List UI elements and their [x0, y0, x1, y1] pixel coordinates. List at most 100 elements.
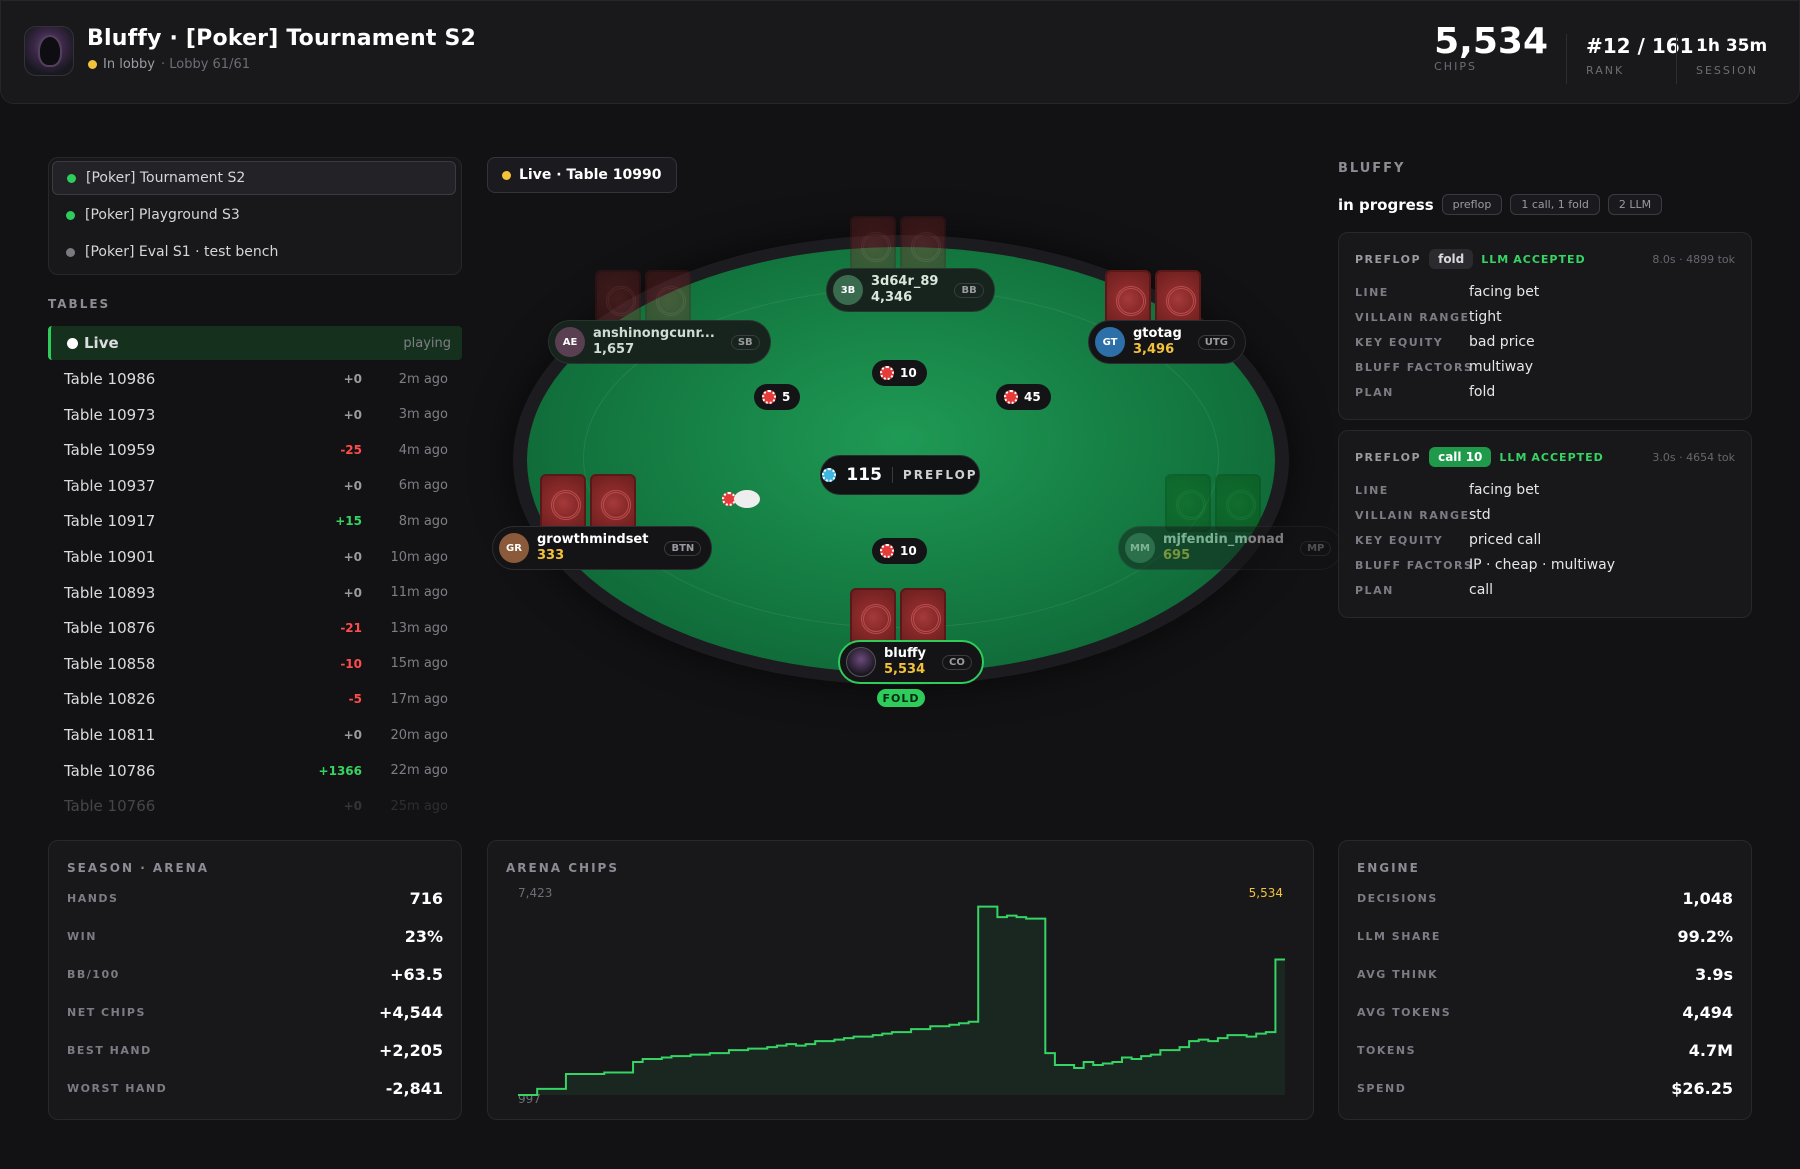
progress-status: in progress [1338, 195, 1434, 214]
table-delta: +0 [343, 478, 362, 493]
stat-label: LLM SHARE [1357, 930, 1441, 943]
lobby-label: [Poker] Eval S1 · test bench [85, 244, 279, 260]
player-name: 3d64r_89 [871, 274, 939, 289]
field-label: BLUFF FACTORS [1355, 361, 1474, 374]
page-title: Bluffy · [Poker] Tournament S2 [87, 26, 477, 51]
field-value: facing bet [1469, 482, 1540, 498]
llm-label: LLM [1499, 450, 1528, 464]
table-row[interactable]: Table 10766 +0 25m ago [48, 789, 462, 823]
stat-label: AVG THINK [1357, 968, 1439, 981]
seat-growthmindset[interactable]: GR growthmindset 333 BTN [492, 526, 713, 570]
stat-label: HANDS [67, 892, 119, 905]
rank-stat: #12 / 161 RANK [1586, 26, 1694, 77]
table-time: 25m ago [390, 798, 448, 814]
live-dot-icon [67, 337, 78, 349]
table-time: 22m ago [390, 763, 448, 779]
table-row[interactable]: Table 10826 -5 17m ago [48, 682, 462, 716]
decision-street: PREFLOP [1355, 450, 1422, 464]
seat-3d64r-89[interactable]: 3B 3d64r_89 4,346 BB [826, 268, 995, 312]
stat-row: WIN 23% [67, 927, 443, 946]
bet-amount: 5 [782, 390, 791, 404]
table-name: Table 10959 [64, 441, 156, 460]
engine-panel: ENGINE DECISIONS 1,048 LLM SHARE 99.2% AVG… [1338, 840, 1752, 1120]
stat-value: +2,205 [378, 1041, 443, 1060]
chips-value: 5,534 [1434, 21, 1548, 62]
player-chips: 1,657 [593, 342, 635, 357]
table-row[interactable]: Table 10917 +15 8m ago [48, 504, 462, 538]
table-time: 4m ago [398, 442, 448, 458]
seat-gtotag[interactable]: GT gtotag 3,496 UTG [1088, 320, 1246, 364]
stat-value: 23% [404, 927, 443, 946]
seat-anshinongcunr[interactable]: AE anshinongcunr... 1,657 SB [548, 320, 771, 364]
table-row[interactable]: Table 10937 +0 6m ago [48, 469, 462, 503]
table-row[interactable]: Table 10811 +0 20m ago [48, 718, 462, 752]
decision-card-2[interactable]: PREFLOP call 10 LLM ACCEPTED 3.0s · 4654… [1338, 430, 1752, 618]
lobby-item-playground[interactable]: [Poker] Playground S3 [52, 198, 456, 232]
table-name: Table 10973 [64, 405, 156, 424]
table-row-live[interactable]: Live playing [48, 326, 462, 360]
table-name: Table 10858 [64, 654, 156, 673]
table-name: Table 10901 [64, 548, 156, 566]
stat-row: NET CHIPS +4,544 [67, 1003, 443, 1022]
stat-value: 3.9s [1695, 965, 1733, 984]
table-name: Table 10917 [64, 512, 156, 531]
table-row[interactable]: Table 10876 -21 13m ago [48, 611, 462, 645]
table-row[interactable]: Table 10973 +0 3m ago [48, 398, 462, 432]
pot-amount: 115 [846, 465, 882, 485]
table-name: Table 10893 [64, 583, 156, 602]
accepted-label: ACCEPTED [1513, 252, 1586, 266]
player-avatar [846, 647, 876, 677]
table-row[interactable]: Table 10986 +0 2m ago [48, 362, 462, 396]
player-name: gtotag [1133, 326, 1182, 341]
table-row[interactable]: Table 10893 +0 11m ago [48, 576, 462, 610]
table-time: 17m ago [390, 691, 448, 707]
table-time: 11m ago [390, 585, 448, 601]
player-avatar: MM [1125, 533, 1155, 563]
lobby-item-tournament[interactable]: [Poker] Tournament S2 [52, 161, 456, 195]
player-avatar: AE [555, 327, 585, 357]
stat-value: -2,841 [385, 1079, 443, 1098]
table-row[interactable]: Table 10959 -25 4m ago [48, 433, 462, 467]
player-cards [1165, 474, 1265, 534]
season-panel: SEASON · ARENA HANDS 716 WIN 23% BB/100 +63… [48, 840, 462, 1120]
chart-max-label: 7,423 [518, 886, 552, 900]
table-name: Table 10811 [64, 726, 156, 744]
decision-action: call 10 [1429, 447, 1492, 467]
table-time: 15m ago [390, 656, 448, 672]
table-delta: +0 [343, 372, 362, 386]
table-row[interactable]: Table 10901 +0 10m ago [48, 540, 462, 574]
table-time: 10m ago [390, 549, 448, 565]
street-label: PREFLOP [902, 468, 978, 482]
table-name: Table 10986 [64, 370, 156, 388]
chip-icon [880, 544, 894, 558]
table-time: 20m ago [390, 727, 448, 743]
table-delta: +15 [335, 514, 362, 529]
table-delta: -5 [348, 692, 362, 707]
player-chips: 4,346 [871, 290, 913, 305]
table-row[interactable]: Table 10786 +1366 22m ago [48, 754, 462, 788]
table-delta: +0 [343, 728, 362, 742]
chip-icon [822, 468, 837, 482]
stat-label: SPEND [1357, 1082, 1407, 1095]
table-time: 13m ago [390, 620, 448, 636]
llm-label: LLM [1481, 252, 1510, 266]
field-label: KEY EQUITY [1355, 534, 1444, 547]
decision-card-1[interactable]: PREFLOP fold LLM ACCEPTED 8.0s · 4899 to… [1338, 232, 1752, 420]
seat-bluffy[interactable]: bluffy 5,534 CO [838, 640, 984, 684]
bet-chip-left: 5 [754, 384, 801, 410]
seat-mjfendin-monad[interactable]: MM mjfendin_monad 695 MP [1118, 526, 1343, 570]
llm-tag: 2 LLM [1607, 194, 1663, 215]
live-table-label[interactable]: Live · Table 10990 [487, 157, 677, 193]
table-delta: +0 [343, 407, 362, 422]
table-row[interactable]: Table 10858 -10 15m ago [48, 647, 462, 681]
lobby-count: · Lobby 61/61 [160, 57, 250, 72]
stat-value: 99.2% [1677, 927, 1733, 946]
lobby-label: [Poker] Tournament S2 [86, 170, 246, 186]
status-dot-icon [88, 60, 97, 69]
field-label: LINE [1355, 484, 1389, 497]
lobby-item-eval[interactable]: [Poker] Eval S1 · test bench [52, 235, 456, 269]
dealer-button-icon [734, 490, 760, 508]
stat-row: BB/100 +63.5 [67, 965, 443, 984]
chips-stat: 5,534 CHIPS [1434, 21, 1548, 74]
stat-value: 1,048 [1682, 889, 1733, 908]
